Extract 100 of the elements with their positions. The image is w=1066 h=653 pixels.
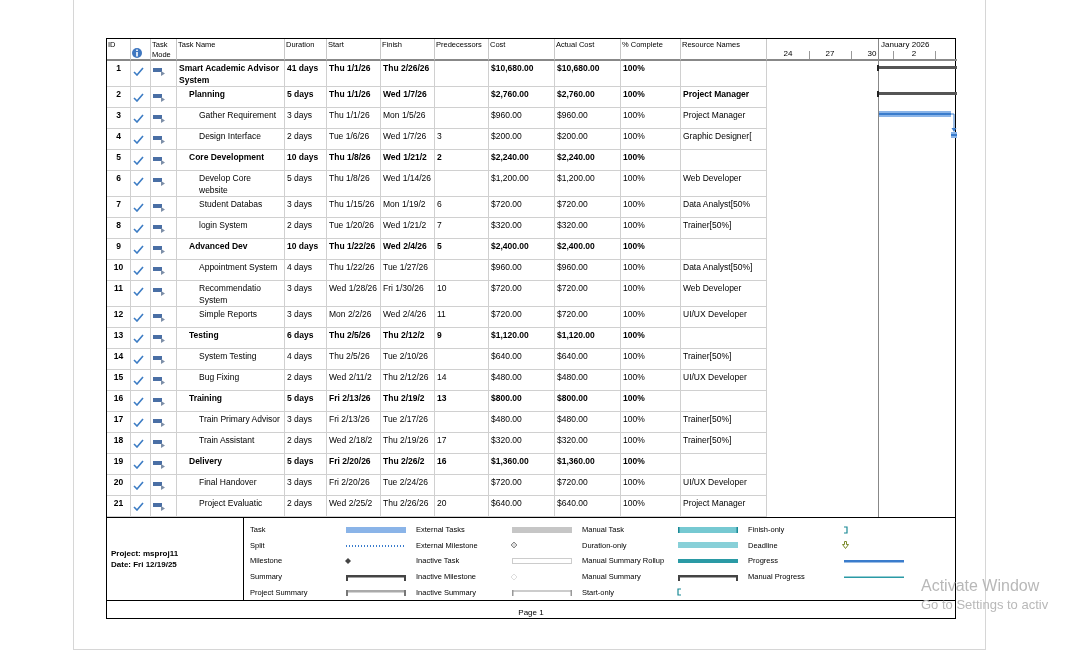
external-task-bar-swatch xyxy=(510,525,574,534)
task-name: Gather Requirement xyxy=(177,108,285,129)
finish-cell: Thu 2/19/2 xyxy=(381,391,435,412)
day-label: 24 xyxy=(782,49,794,58)
row-id: 6 xyxy=(107,171,131,197)
task-name: Design Interface xyxy=(177,129,285,150)
percent-complete-cell: 100% xyxy=(621,454,681,475)
finish-cell: Thu 2/26/26 xyxy=(381,61,435,87)
actual-cost-cell: $10,680.00 xyxy=(555,61,621,87)
auto-schedule-icon xyxy=(153,156,166,165)
task-name: Recommendatio System xyxy=(177,281,285,307)
row-id: 18 xyxy=(107,433,131,454)
auto-schedule-icon xyxy=(153,224,166,233)
task-name: Smart Academic Advisor System xyxy=(177,61,285,87)
cost-cell: $720.00 xyxy=(489,475,555,496)
actual-cost-cell: $480.00 xyxy=(555,412,621,433)
cost-cell: $320.00 xyxy=(489,218,555,239)
finish-cell: Wed 2/4/26 xyxy=(381,239,435,260)
cost-cell: $480.00 xyxy=(489,412,555,433)
actual-cost-cell: $800.00 xyxy=(555,391,621,412)
percent-complete-cell: 100% xyxy=(621,87,681,108)
row-id: 9 xyxy=(107,239,131,260)
row-id: 20 xyxy=(107,475,131,496)
start-cell: Thu 1/1/26 xyxy=(327,108,381,129)
cost-cell: $960.00 xyxy=(489,260,555,281)
actual-cost-cell: $640.00 xyxy=(555,349,621,370)
duration-cell: 3 days xyxy=(285,475,327,496)
auto-schedule-icon xyxy=(153,313,166,322)
task-name: Testing xyxy=(177,328,285,349)
percent-complete-cell: 100% xyxy=(621,412,681,433)
duration-cell: 2 days xyxy=(285,218,327,239)
row-id: 10 xyxy=(107,260,131,281)
finish-cell: Wed 1/21/2 xyxy=(381,218,435,239)
duration-cell: 10 days xyxy=(285,150,327,171)
duration-cell: 5 days xyxy=(285,171,327,197)
percent-complete-cell: 100% xyxy=(621,281,681,307)
actual-cost-cell: $1,120.00 xyxy=(555,328,621,349)
start-cell: Fri 2/20/26 xyxy=(327,475,381,496)
resource-cell: Trainer[50%] xyxy=(681,433,767,454)
resource-cell: Data Analyst[50% xyxy=(681,197,767,218)
predecessors-cell: 6 xyxy=(435,197,489,218)
cost-cell: $720.00 xyxy=(489,307,555,328)
task-name: System Testing xyxy=(177,349,285,370)
predecessors-cell: 5 xyxy=(435,239,489,260)
resource-cell: UI/UX Developer xyxy=(681,475,767,496)
resource-cell: Project Manager xyxy=(681,87,767,108)
finish-cell: Mon 1/5/26 xyxy=(381,108,435,129)
inactive-summary-bar-swatch xyxy=(510,588,574,597)
actual-cost-cell: $200.00 xyxy=(555,129,621,150)
percent-complete-cell: 100% xyxy=(621,108,681,129)
milestone-diamond-icon xyxy=(344,557,352,565)
task-name: Simple Reports xyxy=(177,307,285,328)
predecessors-cell: 10 xyxy=(435,281,489,307)
duration-cell: 3 days xyxy=(285,197,327,218)
inactive-milestone-diamond-icon xyxy=(510,572,518,581)
finish-cell: Thu 2/26/2 xyxy=(381,454,435,475)
finish-cell: Tue 1/27/26 xyxy=(381,260,435,281)
inactive-task-bar-swatch xyxy=(510,557,574,565)
task-name: Delivery xyxy=(177,454,285,475)
actual-cost-cell: $720.00 xyxy=(555,307,621,328)
resource-cell: Web Developer xyxy=(681,281,767,307)
start-cell: Thu 1/15/26 xyxy=(327,197,381,218)
row-id: 5 xyxy=(107,150,131,171)
predecessors-cell: 16 xyxy=(435,454,489,475)
row-id: 4 xyxy=(107,129,131,150)
percent-complete-cell: 100% xyxy=(621,218,681,239)
deadline-arrow-icon xyxy=(842,541,850,550)
finish-cell: Thu 2/26/26 xyxy=(381,496,435,517)
task-name: Student Databas xyxy=(177,197,285,218)
resource-cell: Project Manager xyxy=(681,108,767,129)
row-id: 3 xyxy=(107,108,131,129)
empty-cell xyxy=(435,61,489,87)
finish-bracket-icon xyxy=(842,525,850,534)
auto-schedule-icon xyxy=(153,203,166,212)
finish-cell: Mon 1/19/2 xyxy=(381,197,435,218)
start-cell: Fri 2/13/26 xyxy=(327,412,381,433)
cost-cell: $320.00 xyxy=(489,433,555,454)
day-label: 2 xyxy=(910,49,918,58)
task-name: Train Primary Advisor xyxy=(177,412,285,433)
percent-complete-cell: 100% xyxy=(621,260,681,281)
start-cell: Wed 2/25/2 xyxy=(327,496,381,517)
auto-schedule-icon xyxy=(153,135,166,144)
resource-cell: Trainer[50%] xyxy=(681,218,767,239)
percent-complete-cell: 100% xyxy=(621,370,681,391)
finish-cell: Tue 2/24/26 xyxy=(381,475,435,496)
auto-schedule-icon xyxy=(153,177,166,186)
actual-cost-cell: $2,240.00 xyxy=(555,150,621,171)
actual-cost-cell: $2,400.00 xyxy=(555,239,621,260)
start-cell: Fri 2/20/26 xyxy=(327,454,381,475)
project-info: Date: Fri 12/19/25 xyxy=(111,559,178,570)
resource-cell: Data Analyst[50%] xyxy=(681,260,767,281)
duration-only-bar-swatch xyxy=(676,541,740,550)
row-id: 16 xyxy=(107,391,131,412)
empty-cell xyxy=(435,87,489,108)
finish-cell: Wed 1/14/26 xyxy=(381,171,435,197)
duration-cell: 2 days xyxy=(285,370,327,391)
resource-cell: Web Developer xyxy=(681,171,767,197)
row-id: 17 xyxy=(107,412,131,433)
row-id: 1 xyxy=(107,61,131,87)
auto-schedule-icon xyxy=(153,334,166,343)
